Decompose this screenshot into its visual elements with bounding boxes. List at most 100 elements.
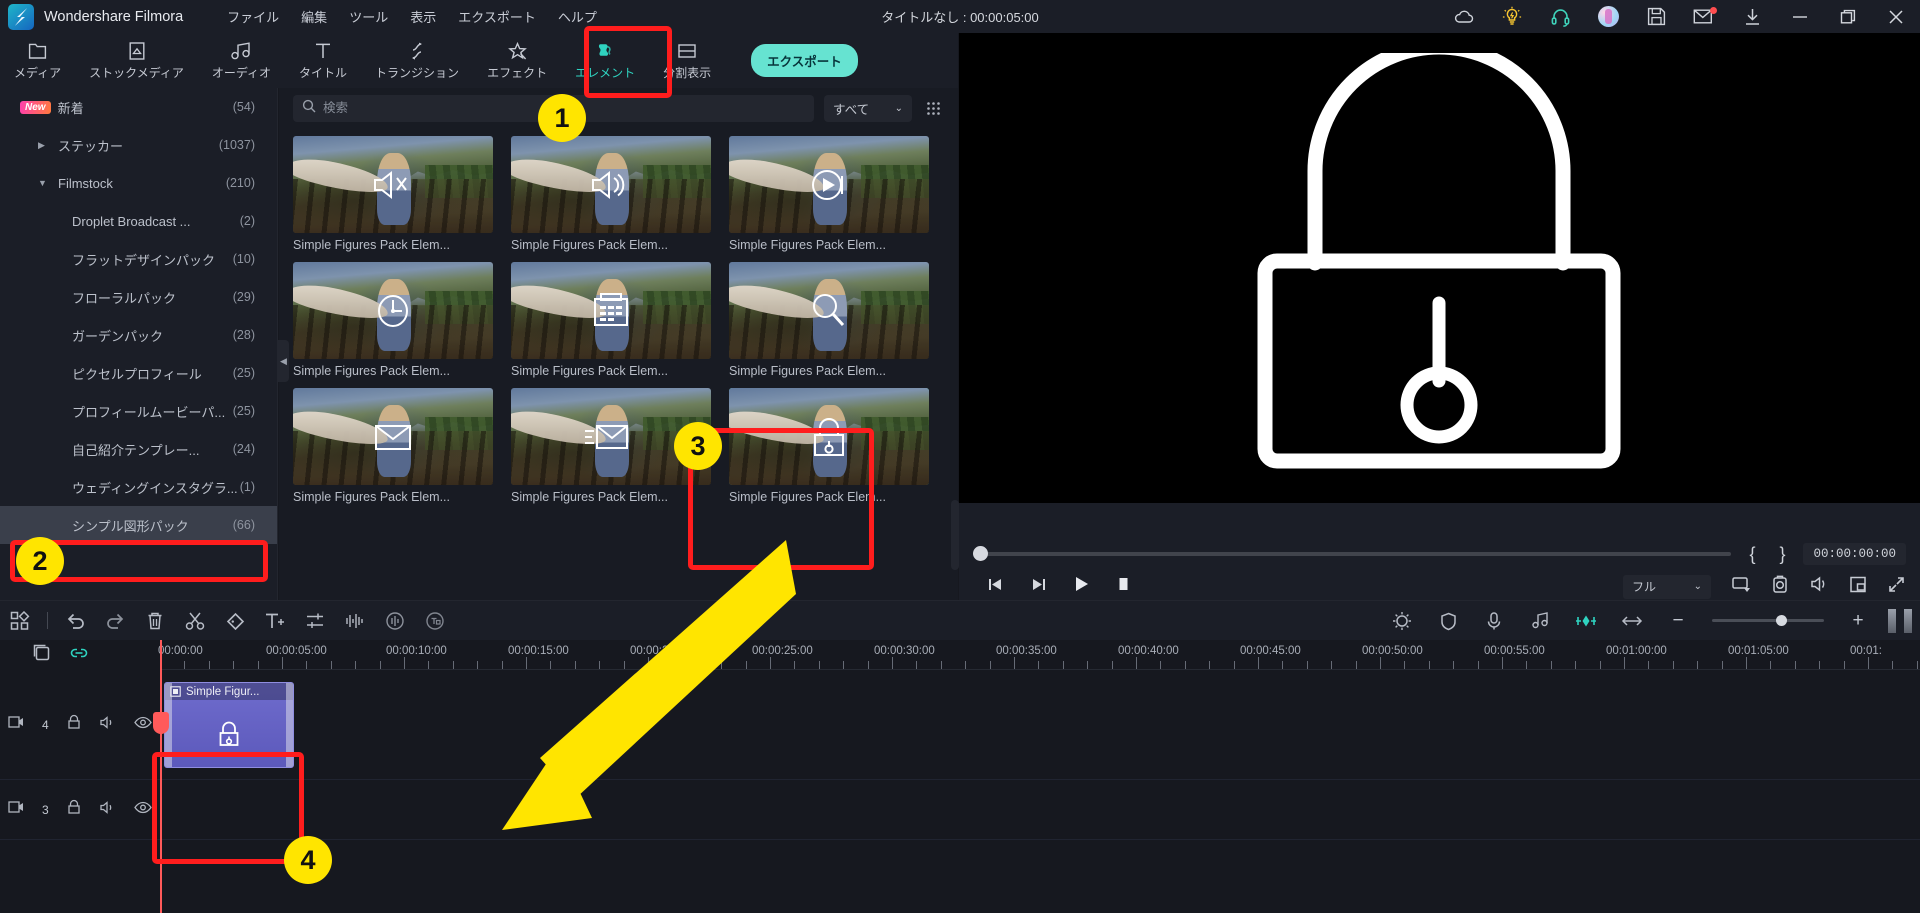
playhead-grip[interactable] [153,712,169,734]
color-wheel-icon[interactable] [1382,601,1422,641]
voiceover-icon[interactable] [1474,601,1514,641]
play-button[interactable] [1073,575,1090,598]
video-track-icon[interactable] [8,800,24,819]
zoom-slider-knob[interactable] [1776,615,1787,626]
add-text-icon[interactable] [255,601,295,641]
timeline-playhead[interactable] [153,640,169,913]
sidebar-item-pixel-profile[interactable]: ピクセルプロフィール (25) [0,354,277,392]
zoom-in-button[interactable]: + [1838,601,1878,641]
headset-icon[interactable] [1536,0,1584,33]
browser-item[interactable]: Simple Figures Pack Elem... [293,388,493,504]
tab-stock-media[interactable]: ストックメディア [75,33,198,88]
panel-collapse-handle[interactable]: ◀ [278,340,289,382]
seek-playhead[interactable] [973,546,988,561]
timeline-ruler[interactable]: 00:00:00 00:00:05:00 00:00:10:00 00:00:1… [158,640,1920,670]
download-icon[interactable] [1728,0,1776,33]
link-icon[interactable] [69,644,89,667]
maximize-button[interactable] [1824,0,1872,33]
mask-icon[interactable] [1428,601,1468,641]
chevron-right-icon[interactable]: ▶ [38,140,45,151]
mute-icon[interactable] [99,800,116,820]
marker-icon[interactable] [215,601,255,641]
timeline-clip[interactable]: Simple Figur... [164,682,294,768]
grid-view-icon[interactable] [922,97,944,119]
element-thumbnail[interactable] [293,262,493,359]
zoom-slider[interactable] [1712,615,1824,626]
preview-timecode[interactable]: 00:00:00:00 [1803,543,1906,565]
browser-item[interactable]: Simple Figures Pack Elem... [293,136,493,252]
templates-icon[interactable] [0,601,40,641]
sidebar-item-wedding-instagram[interactable]: ウェディングインスタグラ... (1) [0,468,277,506]
adjust-icon[interactable] [295,601,335,641]
chevron-down-icon[interactable]: ▼ [38,178,47,188]
category-filter-dropdown[interactable]: すべて ⌄ [824,94,912,122]
element-thumbnail[interactable] [729,262,929,359]
audio-waveform-icon[interactable] [335,601,375,641]
lightbulb-icon[interactable] [1488,0,1536,33]
undo-icon[interactable] [55,601,95,641]
element-thumbnail[interactable] [293,388,493,485]
menu-item-edit[interactable]: 編集 [290,2,338,31]
menu-item-export[interactable]: エクスポート [447,2,547,31]
lock-icon[interactable] [67,714,81,735]
clip-trim-handle-right[interactable] [286,683,293,767]
keyframe-icon[interactable] [1566,601,1606,641]
tab-title[interactable]: タイトル [285,33,361,88]
element-thumbnail[interactable] [511,262,711,359]
browser-item[interactable]: Simple Figures Pack Elem... [293,262,493,378]
zoom-out-button[interactable]: − [1658,601,1698,641]
tab-media[interactable]: メディア [0,33,75,88]
split-scissors-icon[interactable] [175,601,215,641]
sidebar-item-flat-design-pack[interactable]: フラットデザインパック (10) [0,240,277,278]
sidebar-item-self-intro-template[interactable]: 自己紹介テンプレー... (24) [0,430,277,468]
minimize-button[interactable] [1776,0,1824,33]
fullscreen-icon[interactable] [1887,575,1906,599]
sidebar-item-floral-pack[interactable]: フローラルパック (29) [0,278,277,316]
save-icon[interactable] [1632,0,1680,33]
element-thumbnail[interactable] [729,388,929,485]
preview-canvas[interactable] [959,33,1920,503]
audio-ducking-icon[interactable] [375,601,415,641]
sidebar-item-profile-movie-pack[interactable]: プロフィールムービーパ... (25) [0,392,277,430]
sidebar-item-droplet-broadcast[interactable]: Droplet Broadcast ... (2) [0,202,277,240]
tab-element[interactable]: エレメント [561,33,649,88]
avatar[interactable] [1584,0,1632,33]
lock-icon[interactable] [67,799,81,820]
preview-video-area[interactable] [1020,33,1858,503]
mute-icon[interactable] [99,715,116,735]
volume-icon[interactable] [1809,575,1829,598]
preview-quality-dropdown[interactable]: フル ⌄ [1623,574,1711,599]
next-frame-button[interactable] [1030,576,1047,598]
export-button[interactable]: エクスポート [751,44,858,77]
delete-icon[interactable] [135,601,175,641]
timeline-track-row[interactable]: 3 [0,780,1920,840]
cloud-icon[interactable] [1440,0,1488,33]
element-thumbnail[interactable] [511,136,711,233]
video-track-icon[interactable] [8,715,24,734]
audio-mixer-icon[interactable] [1520,601,1560,641]
menu-item-file[interactable]: ファイル [216,2,290,31]
stop-button[interactable] [1116,576,1131,597]
seek-slider[interactable] [973,546,1732,561]
fit-timeline-icon[interactable] [1612,601,1652,641]
auto-reframe-icon[interactable] [415,601,455,641]
prev-frame-button[interactable] [987,576,1004,598]
menu-item-help[interactable]: ヘルプ [547,2,608,31]
element-thumbnail[interactable] [293,136,493,233]
sidebar-item-garden-pack[interactable]: ガーデンパック (28) [0,316,277,354]
browser-item[interactable]: Simple Figures Pack Elem... [511,136,711,252]
browser-item-padlock[interactable]: Simple Figures Pack Elem... [729,388,929,504]
mark-in-button[interactable]: { [1743,544,1761,565]
redo-icon[interactable] [95,601,135,641]
menu-item-tools[interactable]: ツール [338,2,399,31]
menu-item-view[interactable]: 表示 [399,2,447,31]
close-button[interactable] [1872,0,1920,33]
mark-out-button[interactable]: } [1773,544,1791,565]
eye-icon[interactable] [133,716,152,734]
add-track-icon[interactable] [32,643,51,667]
camera-snapshot-icon[interactable] [1771,574,1789,599]
tab-audio[interactable]: オーディオ [198,33,285,88]
tab-split-screen[interactable]: 分割表示 [649,33,725,88]
tab-transition[interactable]: トランジション [361,33,473,88]
mail-icon[interactable] [1680,0,1728,33]
